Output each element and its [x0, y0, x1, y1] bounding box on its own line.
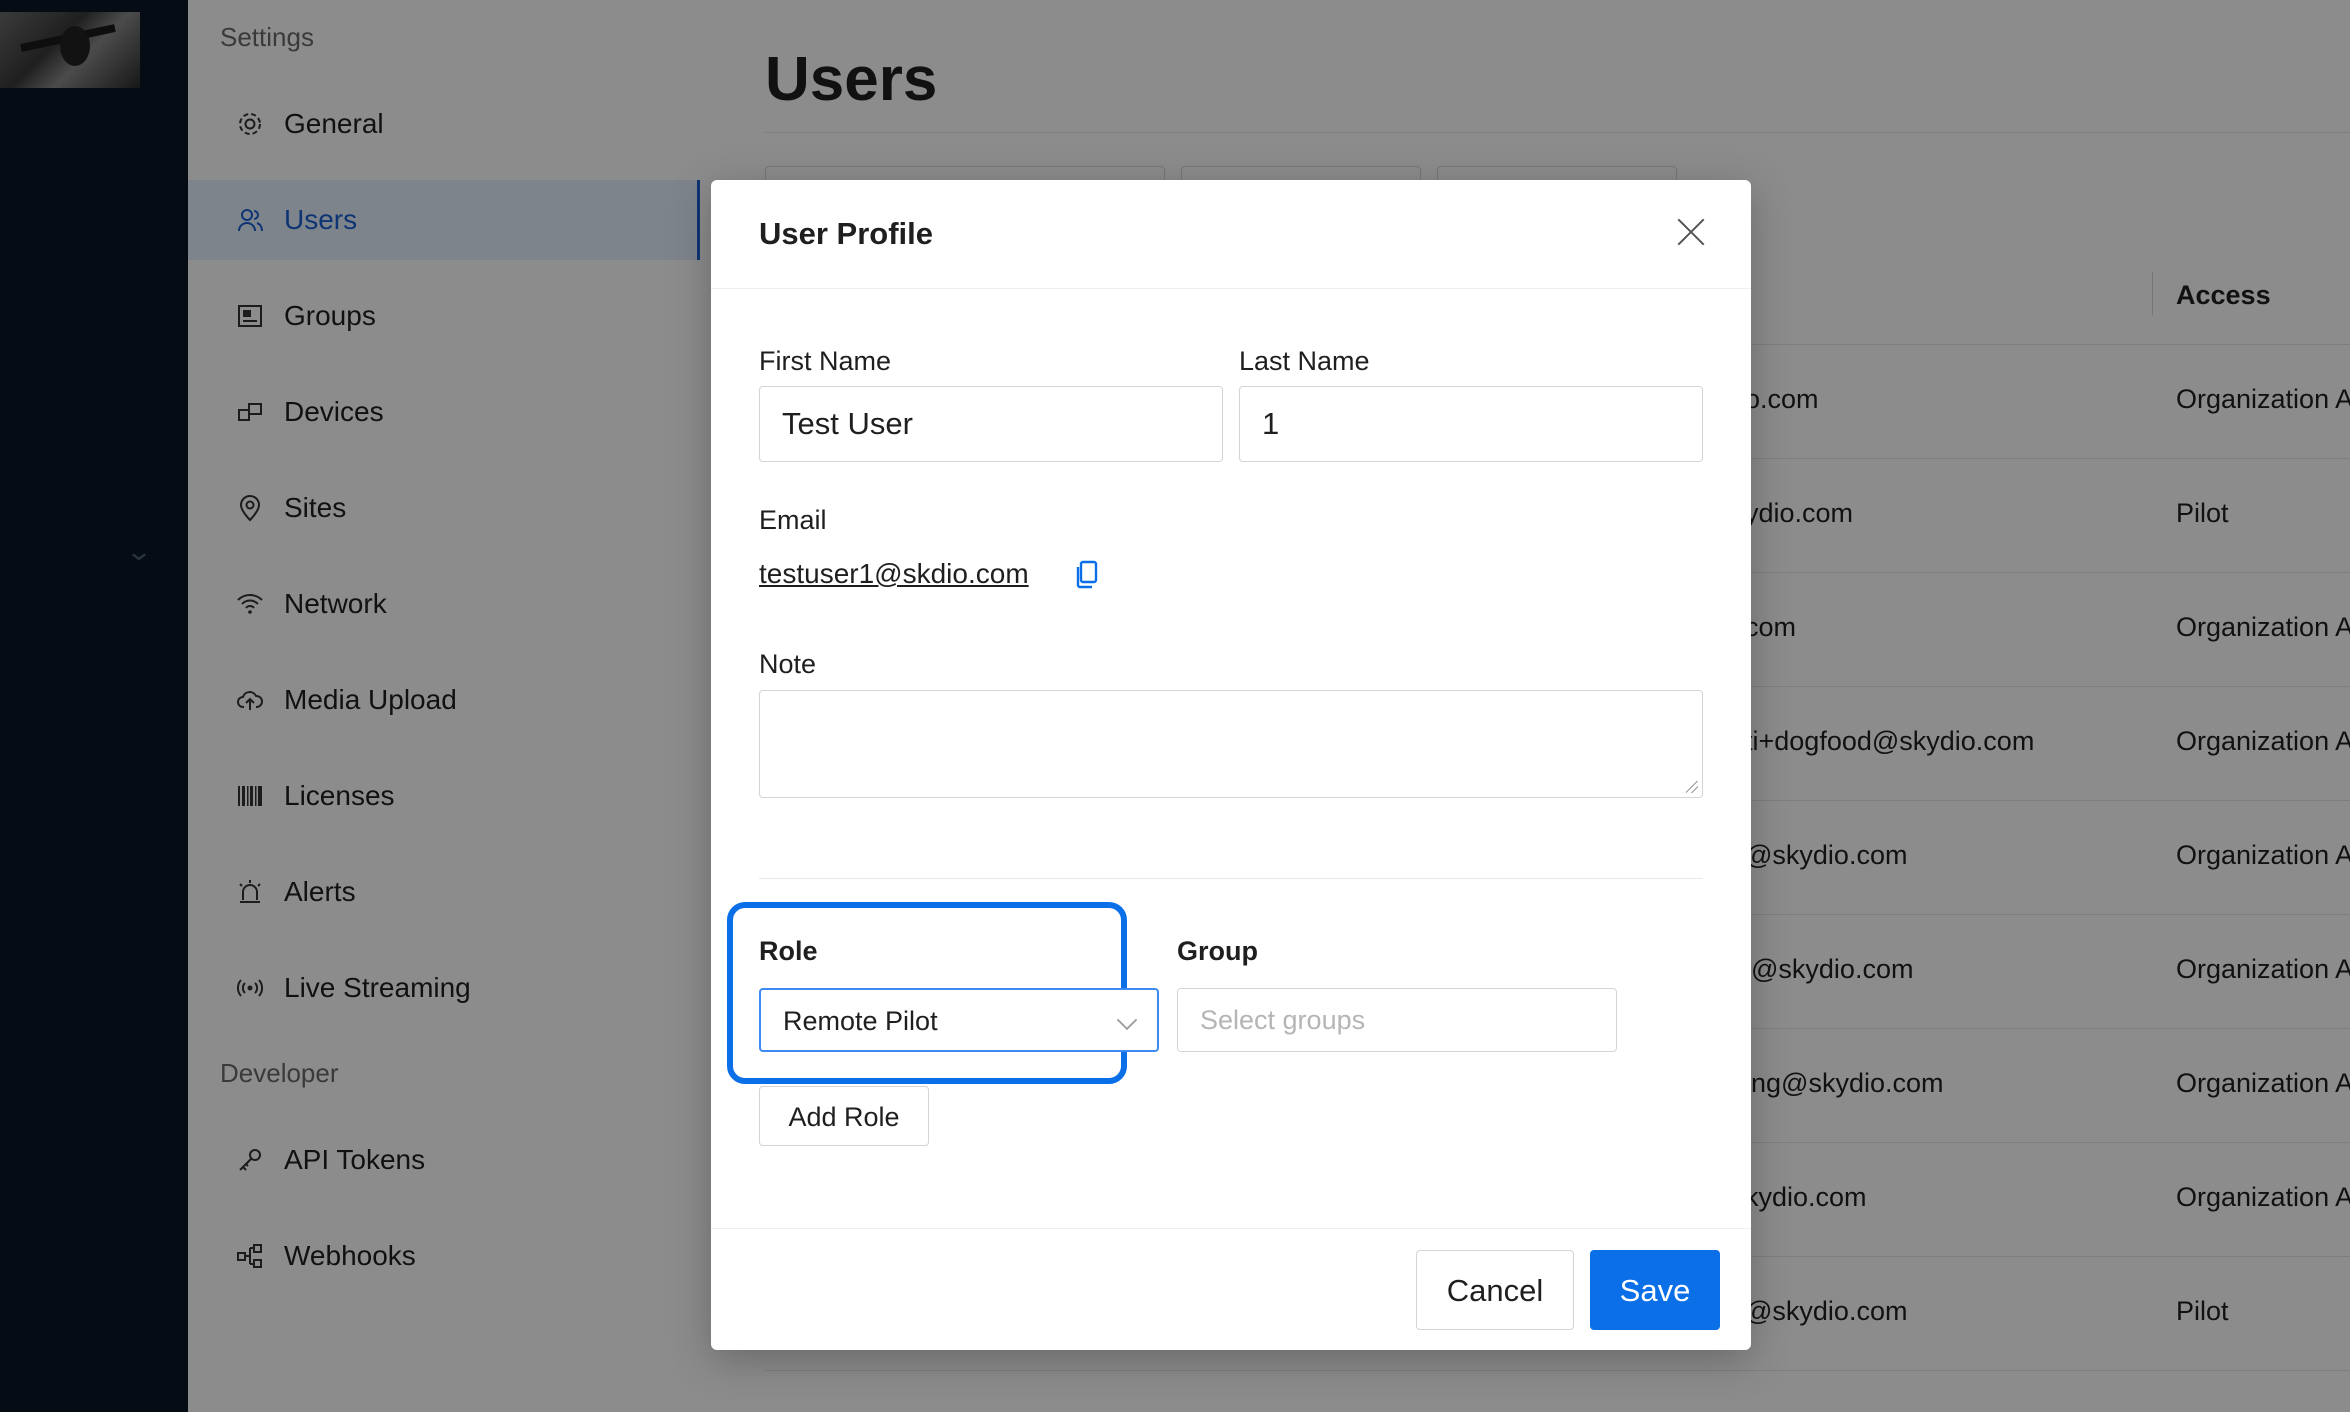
save-button[interactable]: Save: [1590, 1250, 1720, 1330]
chevron-down-icon: [1116, 1009, 1138, 1031]
user-profile-modal: User Profile First Name Last Name Email …: [711, 180, 1751, 1350]
note-field[interactable]: [759, 690, 1703, 798]
add-role-button[interactable]: Add Role: [759, 1086, 929, 1146]
role-select-value: Remote Pilot: [783, 1006, 938, 1036]
group-label: Group: [1177, 936, 1258, 966]
cancel-button[interactable]: Cancel: [1416, 1250, 1574, 1330]
group-select-placeholder: Select groups: [1200, 1005, 1366, 1035]
divider: [759, 878, 1703, 879]
close-icon[interactable]: [1671, 212, 1711, 252]
group-select[interactable]: Select groups: [1177, 988, 1617, 1052]
email-link[interactable]: testuser1@skdio.com: [759, 558, 1029, 590]
role-label: Role: [759, 936, 818, 966]
modal-title: User Profile: [759, 216, 934, 251]
modal-footer-divider: [711, 1228, 1751, 1229]
first-name-label: First Name: [759, 346, 892, 376]
last-name-label: Last Name: [1239, 346, 1370, 376]
note-label: Note: [759, 649, 817, 679]
role-select[interactable]: Remote Pilot: [759, 988, 1159, 1052]
email-label: Email: [759, 505, 827, 535]
modal-header: User Profile: [711, 180, 1751, 289]
last-name-field[interactable]: [1239, 386, 1703, 462]
first-name-field[interactable]: [759, 386, 1223, 462]
copy-icon[interactable]: [1073, 560, 1101, 590]
